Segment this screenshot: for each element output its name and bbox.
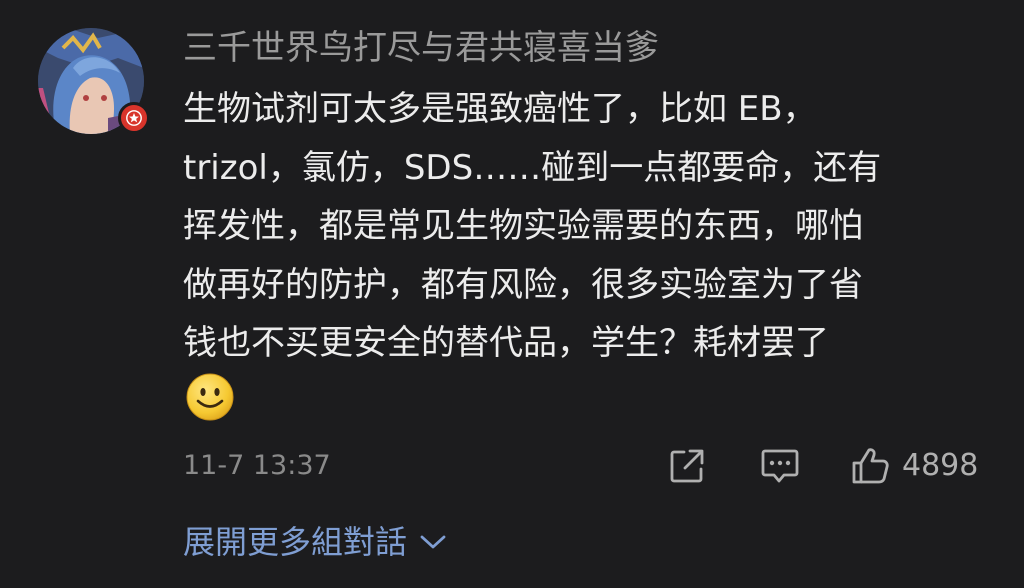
chevron-down-icon — [420, 535, 446, 549]
star-badge-icon — [126, 110, 142, 126]
comment-line: 挥发性，都是常见生物实验需要的东西，哪怕 — [183, 206, 863, 246]
comment-item: 三千世界鸟打尽与君共寝喜当爹 生物试剂可太多是强致癌性了，比如 EB， triz… — [0, 0, 1024, 588]
smiling-face-icon — [186, 373, 234, 421]
comment-line: trizol，氯仿，SDS……碰到一点都要命，还有 — [183, 147, 882, 188]
comment-line: 生物试剂可太多是强致癌性了，比如 EB， — [183, 89, 817, 129]
like-count: 4898 — [902, 448, 979, 483]
share-button[interactable] — [668, 444, 706, 488]
verified-badge — [118, 102, 150, 134]
share-icon — [670, 449, 704, 483]
comment-line: 钱也不买更安全的替代品，学生？耗材罢了 — [183, 323, 829, 363]
comment-timestamp: 11-7 13:37 — [183, 450, 331, 481]
comment-line: 做再好的防护，都有风险，很多实验室为了省 — [183, 264, 863, 305]
expand-thread-link[interactable]: 展開更多組對話 — [183, 517, 447, 567]
thumbs-up-icon — [852, 448, 889, 484]
expand-thread-label: 展開更多組對話 — [183, 523, 408, 561]
comment-body: 生物试剂可太多是强致癌性了，比如 EB， trizol，氯仿，SDS……碰到一点… — [183, 80, 1003, 373]
avatar-wrap[interactable] — [38, 28, 150, 140]
smiling-face-emoji — [185, 372, 235, 422]
like-button[interactable]: 4898 — [850, 444, 978, 488]
username[interactable]: 三千世界鸟打尽与君共寝喜当爹 — [183, 22, 659, 74]
reply-button[interactable] — [760, 444, 800, 488]
comment-icon — [761, 449, 799, 483]
